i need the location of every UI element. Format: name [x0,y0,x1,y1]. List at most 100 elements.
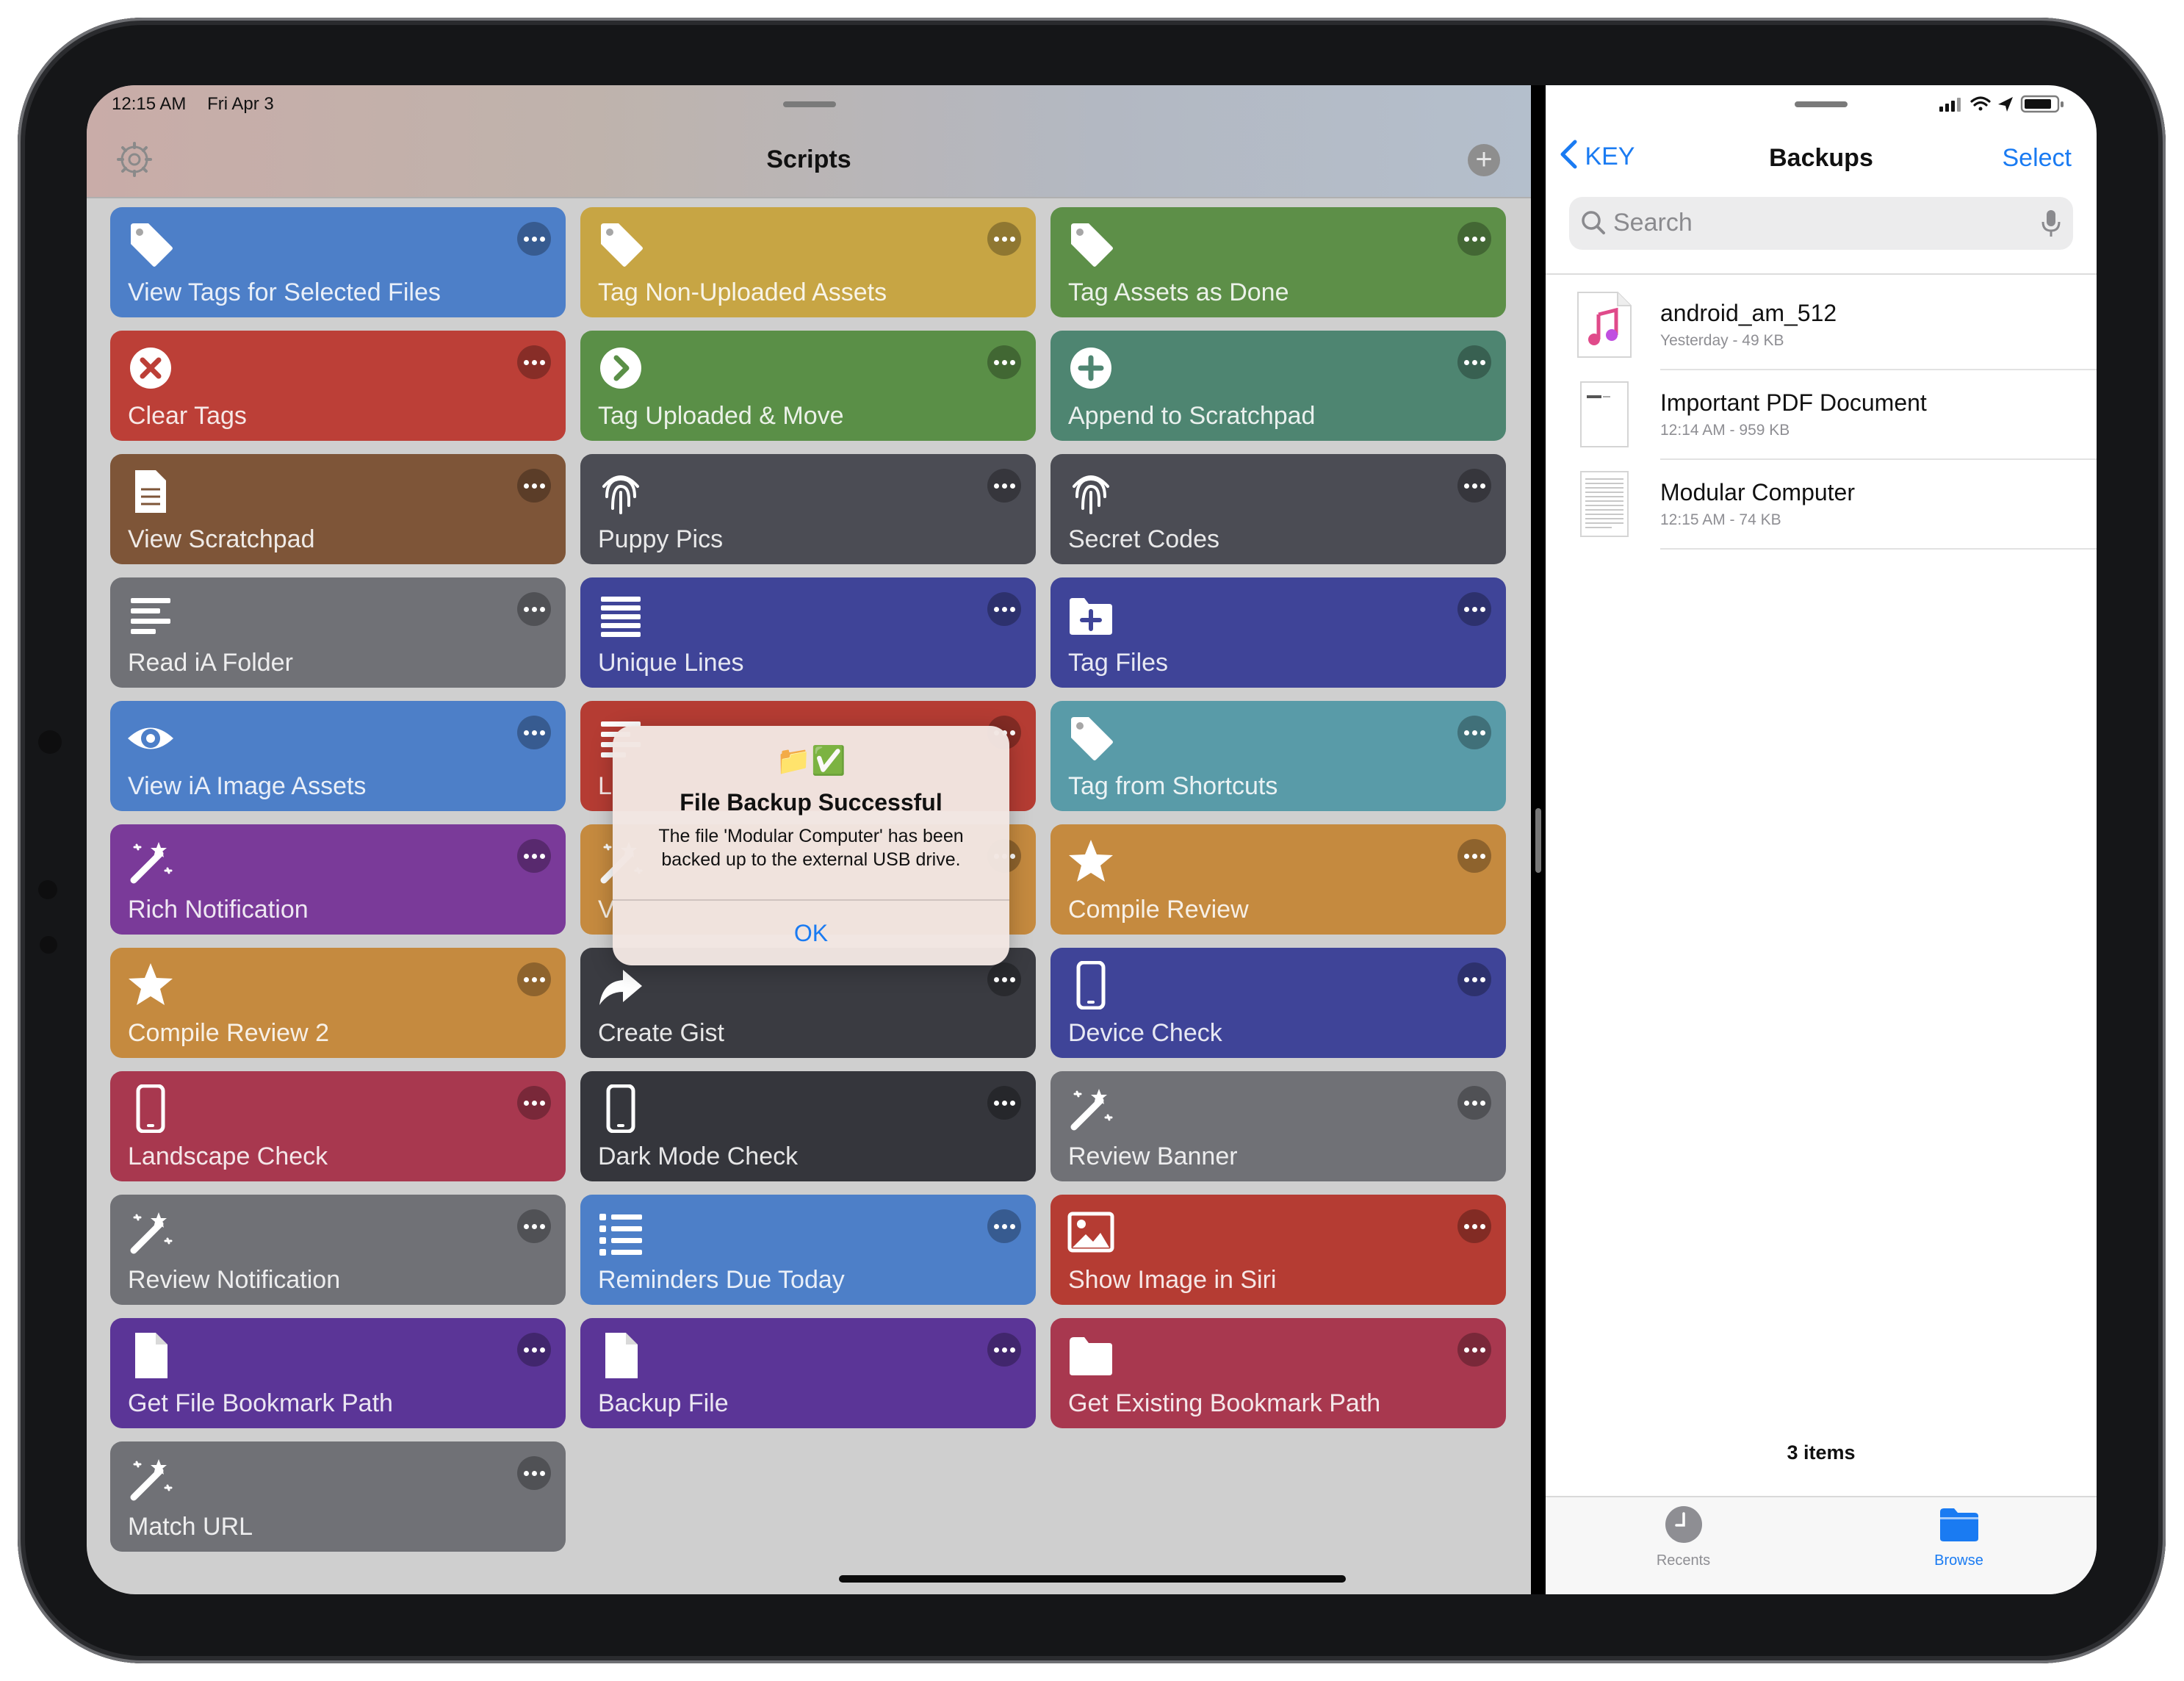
script-tile[interactable]: Landscape Check [110,1071,566,1181]
script-tile[interactable]: Review Notification [110,1195,566,1305]
more-options-button[interactable] [987,962,1021,996]
more-options-button[interactable] [517,1086,551,1120]
script-tile[interactable]: Puppy Pics [580,454,1036,564]
script-tile[interactable]: View iA Image Assets [110,701,566,811]
microphone-icon [2041,210,2061,237]
more-options-button[interactable] [517,345,551,379]
more-options-button[interactable] [1457,1086,1491,1120]
more-options-button[interactable] [517,839,551,873]
more-options-button[interactable] [1457,716,1491,749]
status-bar-right [1939,94,2072,113]
more-options-button[interactable] [987,592,1021,626]
script-tile[interactable]: Show Image in Siri [1050,1195,1506,1305]
split-view-handle[interactable] [1535,808,1541,873]
more-options-button[interactable] [1457,469,1491,503]
script-tile[interactable]: Tag Non-Uploaded Assets [580,207,1036,317]
file-row[interactable]: Modular Computer 12:15 AM - 74 KB [1546,460,2097,550]
script-tile[interactable]: Secret Codes [1050,454,1506,564]
home-indicator[interactable] [839,1575,1346,1583]
script-tile[interactable]: Append to Scratchpad [1050,331,1506,441]
phone-icon [126,1084,175,1134]
script-label: Compile Review 2 [128,1019,329,1047]
eye-icon [126,714,175,763]
select-button[interactable]: Select [2003,144,2072,173]
alert-ok-button[interactable]: OK [613,901,1009,965]
more-options-button[interactable] [1457,962,1491,996]
script-tile[interactable]: Match URL [110,1441,566,1552]
more-options-button[interactable] [517,1333,551,1367]
script-label: Tag Non-Uploaded Assets [598,278,887,306]
tab-browse[interactable]: Browse [1821,1505,2097,1569]
more-options-button[interactable] [517,222,551,256]
file-row[interactable]: android_am_512 Yesterday - 49 KB [1546,281,2097,370]
chevron-circle-icon [597,344,645,392]
script-tile[interactable]: Get File Bookmark Path [110,1318,566,1428]
more-options-button[interactable] [1457,1209,1491,1243]
tag-icon [1067,220,1115,269]
tab-recents[interactable]: Recents [1546,1505,1821,1569]
script-tile[interactable]: Tag Uploaded & Move [580,331,1036,441]
search-field[interactable]: Search [1569,197,2073,250]
script-tile[interactable]: Unique Lines [580,577,1036,688]
script-tile[interactable]: View Tags for Selected Files [110,207,566,317]
file-meta: Yesterday - 49 KB [1660,332,1784,349]
script-tile[interactable]: Compile Review [1050,824,1506,935]
more-options-button[interactable] [517,592,551,626]
sensor-dot [40,936,57,954]
share-arrow-icon [597,961,645,1009]
script-tile[interactable]: Backup File [580,1318,1036,1428]
script-tile[interactable]: Tag Files [1050,577,1506,688]
script-tile[interactable]: Review Banner [1050,1071,1506,1181]
magic-wand-icon [126,838,175,886]
more-options-button[interactable] [987,345,1021,379]
script-label: Puppy Pics [598,525,724,553]
more-options-button[interactable] [1457,345,1491,379]
script-tile[interactable]: Clear Tags [110,331,566,441]
plus-circle-icon [1067,344,1115,392]
magic-wand-icon [126,1208,175,1256]
more-options-button[interactable] [987,222,1021,256]
more-options-button[interactable] [1457,839,1491,873]
more-options-button[interactable] [987,1086,1021,1120]
script-tile[interactable]: Tag Assets as Done [1050,207,1506,317]
script-tile[interactable]: View Scratchpad [110,454,566,564]
script-label: Secret Codes [1068,525,1219,553]
folder-plus-icon [1067,591,1115,639]
script-tile[interactable]: Tag from Shortcuts [1050,701,1506,811]
file-row[interactable]: Important PDF Document 12:14 AM - 959 KB [1546,370,2097,460]
script-label: Read iA Folder [128,649,293,677]
more-options-button[interactable] [517,469,551,503]
script-label: Tag from Shortcuts [1068,772,1278,800]
ipad-screen: 12:15 AM Fri Apr 3 Scripts + View Tags f… [87,85,2097,1594]
multitasking-grabber[interactable] [1795,101,1848,107]
wifi-icon [1970,96,1991,111]
script-tile[interactable]: Compile Review 2 [110,948,566,1058]
script-label: Unique Lines [598,649,744,677]
multitasking-grabber[interactable] [783,101,836,107]
add-script-button[interactable]: + [1468,144,1500,176]
more-options-button[interactable] [517,962,551,996]
script-tile[interactable]: Reminders Due Today [580,1195,1036,1305]
script-tile[interactable]: Device Check [1050,948,1506,1058]
more-options-button[interactable] [987,1209,1021,1243]
more-options-button[interactable] [1457,1333,1491,1367]
script-tile[interactable]: Read iA Folder [110,577,566,688]
more-options-button[interactable] [517,1456,551,1490]
file-meta: 12:15 AM - 74 KB [1660,511,1781,528]
more-options-button[interactable] [1457,222,1491,256]
script-tile[interactable]: Get Existing Bookmark Path [1050,1318,1506,1428]
more-options-button[interactable] [517,1209,551,1243]
more-options-button[interactable] [517,716,551,749]
row-divider [1660,548,2097,550]
more-options-button[interactable] [1457,592,1491,626]
script-label: Create Gist [598,1019,724,1047]
scripts-header: 12:15 AM Fri Apr 3 Scripts + [87,85,1531,198]
more-options-button[interactable] [987,469,1021,503]
script-label: Landscape Check [128,1142,328,1170]
search-placeholder: Search [1613,209,1693,237]
more-options-button[interactable] [987,1333,1021,1367]
script-label: Reminders Due Today [598,1266,845,1294]
file-name: Important PDF Document [1660,389,1927,416]
script-tile[interactable]: Dark Mode Check [580,1071,1036,1181]
script-tile[interactable]: Rich Notification [110,824,566,935]
